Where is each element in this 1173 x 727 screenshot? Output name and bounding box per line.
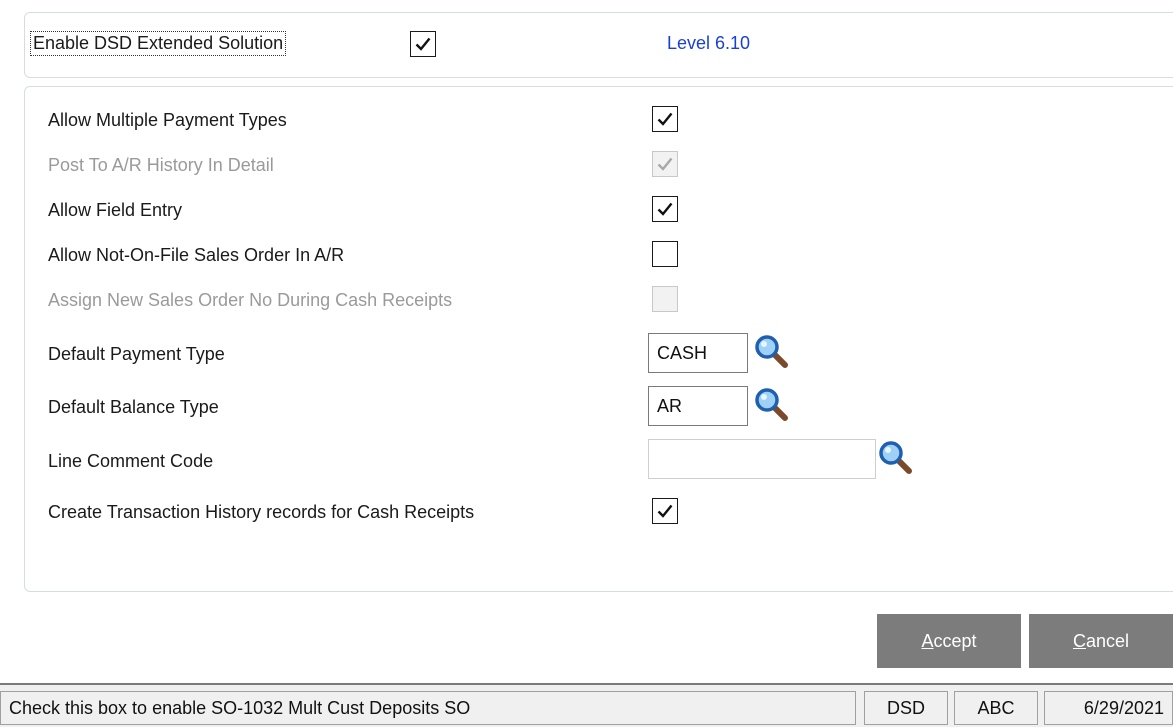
enable-dsd-label[interactable]: Enable DSD Extended Solution xyxy=(29,31,287,56)
level-text: Level 6.10 xyxy=(667,33,751,53)
option-label-assign-new-sales-order: Assign New Sales Order No During Cash Re… xyxy=(48,290,453,310)
cancel-label: ancel xyxy=(1085,631,1130,651)
default-balance-type-label: Default Balance Type xyxy=(48,397,219,417)
option-label-allow-field-entry: Allow Field Entry xyxy=(48,200,183,220)
status-bar: Check this box to enable SO-1032 Mult Cu… xyxy=(0,683,1173,727)
status-module: DSD xyxy=(864,691,948,725)
option-label-not-on-file-sales-order: Allow Not-On-File Sales Order In A/R xyxy=(48,245,345,265)
checkmark-icon xyxy=(657,202,673,216)
option-label-multiple-payment-types: Allow Multiple Payment Types xyxy=(48,110,287,130)
accept-label: ccept xyxy=(933,631,977,651)
default-payment-type-input[interactable]: CASH xyxy=(648,333,748,373)
checkmark-icon xyxy=(415,37,431,51)
magnifier-lookup-icon[interactable] xyxy=(754,387,792,425)
cancel-button[interactable]: Cancel xyxy=(1029,614,1173,668)
accept-hotkey: A xyxy=(921,631,934,651)
checkbox-allow-field-entry[interactable] xyxy=(652,196,678,222)
line-comment-code-input[interactable] xyxy=(648,439,876,479)
checkbox-assign-new-sales-order xyxy=(652,286,678,312)
checkbox-not-on-file-sales-order[interactable] xyxy=(652,241,678,267)
magnifier-lookup-icon[interactable] xyxy=(754,334,792,372)
accept-button[interactable]: Accept xyxy=(877,614,1021,668)
checkmark-icon xyxy=(657,157,673,171)
enable-dsd-checkbox[interactable] xyxy=(410,31,436,57)
line-comment-code-label: Line Comment Code xyxy=(48,451,214,471)
checkbox-create-transaction-history[interactable] xyxy=(652,498,678,524)
checkbox-multiple-payment-types[interactable] xyxy=(652,106,678,132)
checkbox-post-ar-history xyxy=(652,151,678,177)
magnifier-lookup-icon[interactable] xyxy=(878,440,916,478)
default-balance-type-input[interactable]: AR xyxy=(648,386,748,426)
checkmark-icon xyxy=(657,504,673,518)
checkmark-icon xyxy=(657,112,673,126)
create-transaction-history-label: Create Transaction History records for C… xyxy=(48,502,475,522)
default-payment-type-label: Default Payment Type xyxy=(48,344,225,364)
cancel-hotkey: C xyxy=(1072,631,1086,651)
option-label-post-ar-history: Post To A/R History In Detail xyxy=(48,155,274,175)
status-company: ABC xyxy=(954,691,1038,725)
status-date: 6/29/2021 xyxy=(1044,691,1173,725)
status-message: Check this box to enable SO-1032 Mult Cu… xyxy=(0,691,856,725)
